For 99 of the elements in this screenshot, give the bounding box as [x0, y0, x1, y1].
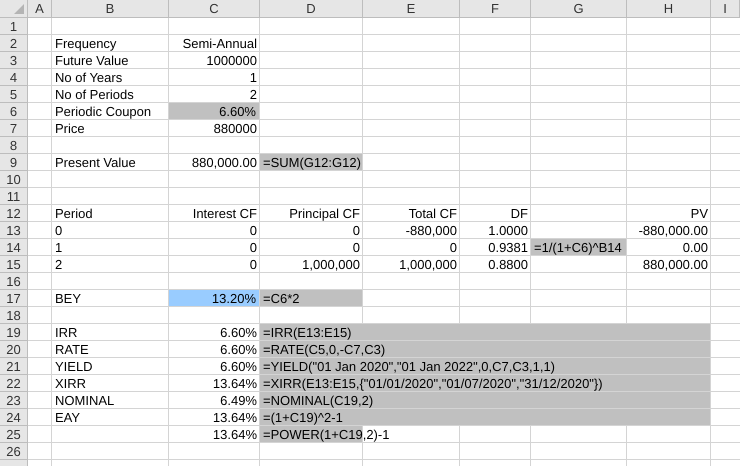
highlighted-cell[interactable]: =RATE(C5,0,-C7,C3) — [260, 341, 710, 358]
corner-triangle-icon — [14, 4, 24, 14]
column-header[interactable]: E — [363, 0, 460, 18]
cell-value: 1.0000 — [487, 222, 529, 238]
cell-value: DF — [510, 206, 529, 222]
cell-value: 0 — [248, 240, 258, 256]
row-header[interactable]: 24 — [0, 409, 28, 426]
cell-value: PV — [690, 206, 709, 222]
column-header[interactable]: B — [52, 0, 169, 18]
cell-value: 880,000.00 — [190, 154, 258, 170]
cell-value: 0 — [248, 222, 258, 238]
cell-value: 1,000,000 — [398, 256, 458, 272]
row-header[interactable]: 10 — [0, 171, 28, 188]
row-header[interactable]: 26 — [0, 443, 28, 460]
column-header[interactable]: H — [627, 0, 711, 18]
cell-value: 13.64% — [212, 426, 258, 442]
row-header[interactable]: 19 — [0, 324, 28, 341]
row-header[interactable]: 8 — [0, 137, 28, 154]
cell-value: -880,000.00 — [638, 222, 709, 238]
cell-value: Principal CF — [288, 206, 361, 222]
cell-text: XIRR — [54, 376, 88, 392]
column-header[interactable]: A — [28, 0, 52, 18]
column-header[interactable]: I — [711, 0, 740, 18]
cell-value: Interest CF — [192, 206, 258, 222]
highlighted-cell[interactable]: =1/(1+C6)^B14 — [531, 239, 626, 256]
cell-value: 6.60% — [219, 324, 258, 340]
row-header[interactable]: 13 — [0, 222, 28, 239]
row-header[interactable]: 15 — [0, 256, 28, 273]
row-header[interactable]: 20 — [0, 341, 28, 358]
select-all-corner[interactable] — [0, 0, 28, 18]
cell-text: YIELD — [54, 358, 94, 374]
row-header[interactable]: 17 — [0, 290, 28, 307]
cell-text: No of Periods — [54, 86, 135, 102]
cell-text: IRR — [54, 324, 78, 340]
cell-text: Periodic Coupon — [54, 104, 152, 120]
cell-text: Price — [54, 120, 86, 136]
row-header[interactable]: 6 — [0, 103, 28, 120]
cell-text: Frequency — [54, 36, 118, 52]
cell-text: BEY — [54, 290, 82, 306]
cell-value: 1000000 — [205, 52, 258, 68]
cell-value: 1,000,000 — [301, 256, 361, 272]
cell-value: Semi-Annual — [182, 36, 258, 52]
cell-value: 1 — [248, 70, 258, 86]
row-header[interactable]: 16 — [0, 273, 28, 290]
column-header[interactable]: G — [531, 0, 627, 18]
cell-text: RATE — [54, 342, 90, 358]
cell-value: 2 — [248, 86, 258, 102]
highlighted-cell[interactable]: =NOMINAL(C19,2) — [260, 392, 710, 409]
cell-value: 0 — [352, 240, 361, 256]
cell-value: 0.8800 — [487, 256, 529, 272]
cell-text: 1 — [54, 240, 64, 256]
highlighted-cell[interactable]: 6.60% — [169, 103, 259, 120]
row-header[interactable]: 1 — [0, 18, 28, 35]
cell-text: EAY — [54, 410, 82, 426]
row-header[interactable]: 14 — [0, 239, 28, 256]
row-header[interactable]: 12 — [0, 205, 28, 222]
row-header[interactable]: 21 — [0, 358, 28, 375]
cell-value: 880,000.00 — [642, 256, 709, 272]
cell-value: 13.64% — [212, 376, 258, 392]
row-header[interactable]: 2 — [0, 35, 28, 52]
cell-value: 0.9381 — [487, 240, 529, 256]
cell-value: Total CF — [408, 206, 458, 222]
row-header[interactable]: 7 — [0, 120, 28, 137]
cell-value: -880,000 — [404, 222, 458, 238]
highlighted-cell[interactable]: =XIRR(E13:E15,{"01/01/2020","01/07/2020","31/12/2020"}) — [260, 375, 710, 392]
cell-value: 0 — [448, 240, 458, 256]
cell-text: No of Years — [54, 70, 124, 86]
row-header[interactable]: 18 — [0, 307, 28, 324]
row-header[interactable]: 22 — [0, 375, 28, 392]
cell-value: 0 — [352, 222, 361, 238]
highlighted-cell[interactable]: =(1+C19)^2-1 — [260, 409, 710, 426]
cell-text: Present Value — [54, 154, 137, 170]
cell-value: 6.60% — [219, 358, 258, 374]
highlighted-cell[interactable]: 13.20% — [169, 290, 259, 307]
row-header[interactable]: 23 — [0, 392, 28, 409]
highlighted-cell[interactable]: =YIELD("01 Jan 2020","01 Jan 2022",0,C7,C3,1,1) — [260, 358, 710, 375]
highlighted-cell[interactable]: =SUM(G12:G12) — [260, 154, 364, 171]
cell-value: 880000 — [212, 120, 258, 136]
cell-value: 13.64% — [212, 410, 258, 426]
row-header[interactable]: 3 — [0, 52, 28, 69]
cell-value: 0 — [248, 256, 258, 272]
highlighted-cell[interactable]: =C6*2 — [260, 290, 362, 307]
column-header[interactable]: D — [260, 0, 363, 18]
column-header[interactable]: F — [460, 0, 531, 18]
cell-value: 6.60% — [219, 342, 258, 358]
cell-value: 0.00 — [682, 240, 709, 256]
row-header[interactable]: 25 — [0, 426, 28, 443]
cell-text: Period — [54, 206, 94, 222]
row-header[interactable]: 5 — [0, 86, 28, 103]
cell-text: NOMINAL — [54, 392, 116, 408]
cell-value: 6.49% — [219, 392, 258, 408]
row-header[interactable]: 4 — [0, 69, 28, 86]
cell-text: Future Value — [54, 52, 130, 68]
column-header[interactable]: C — [169, 0, 260, 18]
cell-text: 2 — [54, 256, 64, 272]
cell-text: 0 — [54, 222, 64, 238]
highlighted-cell[interactable]: =IRR(E13:E15) — [260, 324, 710, 341]
row-header[interactable]: 11 — [0, 188, 28, 205]
row-header[interactable]: 9 — [0, 154, 28, 171]
